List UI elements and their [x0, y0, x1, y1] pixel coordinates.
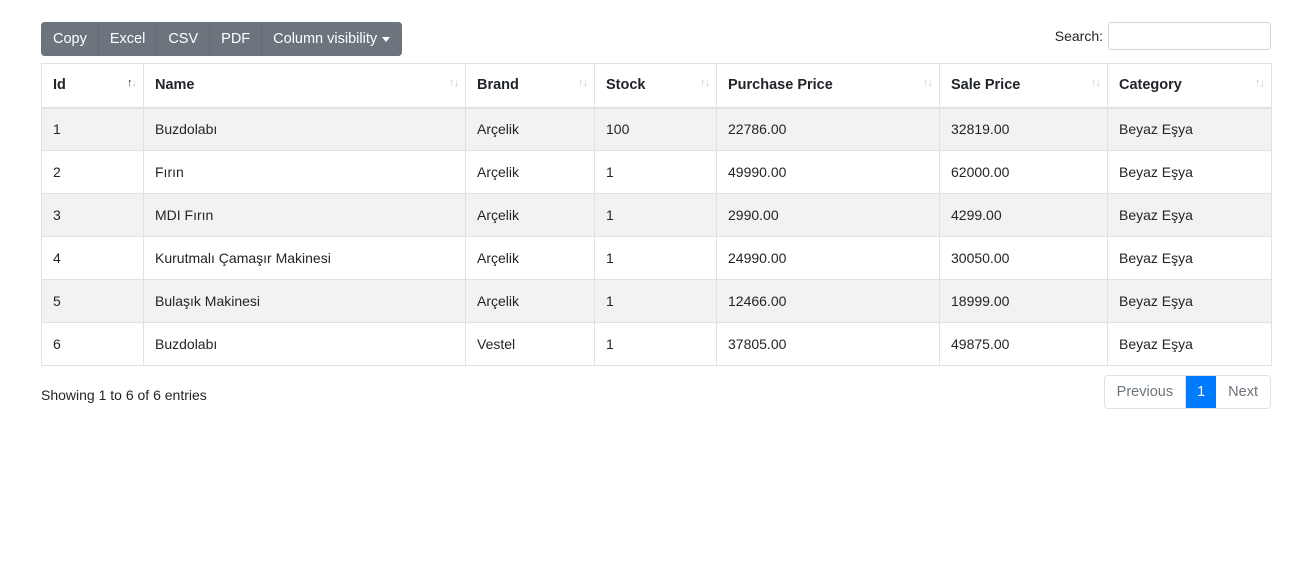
sort-arrows-icon: ↑↓: [1091, 77, 1101, 89]
pagination: Previous 1 Next: [1103, 375, 1271, 409]
column-header-sale-price[interactable]: Sale Price ↑↓: [939, 63, 1108, 109]
table-cell: 49990.00: [716, 150, 940, 194]
page-1-button[interactable]: 1: [1186, 376, 1217, 408]
table-cell: 2: [41, 150, 144, 194]
column-header-brand[interactable]: Brand ↑↓: [465, 63, 595, 109]
table-cell: 49875.00: [939, 322, 1108, 366]
pdf-button[interactable]: PDF: [210, 22, 263, 56]
copy-button[interactable]: Copy: [41, 22, 99, 56]
sort-arrows-icon: ↑↓: [1255, 77, 1265, 89]
column-header-name[interactable]: Name ↑↓: [143, 63, 466, 109]
table-cell: 4: [41, 236, 144, 280]
column-header-stock[interactable]: Stock ↑↓: [594, 63, 717, 109]
table-row: 3 MDI Fırın Arçelik 1 2990.00 4299.00 Beyaz Eş…: [41, 193, 1272, 237]
table-cell: 32819.00: [939, 107, 1108, 151]
table-cell: Beyaz Eşya: [1107, 279, 1272, 323]
table-row: 6 Buzdolabı Vestel 1 37805.00 49875.00 Beyaz E…: [41, 322, 1272, 366]
header-row: Id ↑↓ Name ↑↓ Brand ↑↓ Stock ↑↓ Purchase Price ↑↓…: [41, 63, 1272, 109]
table-cell: Buzdolabı: [143, 107, 466, 151]
table-cell: 1: [594, 150, 717, 194]
csv-button-label: CSV: [168, 31, 199, 47]
caret-down-icon: [382, 37, 391, 42]
sort-arrows-icon: ↑↓: [923, 77, 933, 89]
search-input[interactable]: [1108, 22, 1271, 50]
csv-button[interactable]: CSV: [157, 22, 211, 56]
table-cell: Arçelik: [465, 150, 595, 194]
table-cell: Arçelik: [465, 279, 595, 323]
table-cell: Beyaz Eşya: [1107, 236, 1272, 280]
column-visibility-button[interactable]: Column visibility: [262, 22, 403, 56]
table-row: 5 Bulaşık Makinesi Arçelik 1 12466.00 18999.0…: [41, 279, 1272, 323]
column-header-label: Category: [1119, 77, 1182, 94]
datatable-wrapper: Copy Excel CSV PDF Column visibility Sea…: [41, 22, 1272, 409]
column-header-label: Id: [53, 77, 66, 94]
previous-page-button[interactable]: Previous: [1105, 376, 1187, 408]
copy-button-label: Copy: [53, 31, 87, 47]
table-cell: 3: [41, 193, 144, 237]
search-label: Search:: [1054, 28, 1103, 44]
sort-arrows-icon: ↑↓: [578, 77, 588, 89]
table-cell: Beyaz Eşya: [1107, 107, 1272, 151]
table-cell: 1: [41, 107, 144, 151]
data-table: Id ↑↓ Name ↑↓ Brand ↑↓ Stock ↑↓ Purchase Price ↑↓…: [41, 63, 1272, 366]
table-cell: Beyaz Eşya: [1107, 150, 1272, 194]
table-cell: Vestel: [465, 322, 595, 366]
column-header-id[interactable]: Id ↑↓: [41, 63, 144, 109]
column-header-label: Sale Price: [951, 77, 1021, 94]
table-row: 1 Buzdolabı Arçelik 100 22786.00 32819.00 Beya…: [41, 107, 1272, 151]
table-cell: Beyaz Eşya: [1107, 193, 1272, 237]
sort-arrows-icon: ↑↓: [449, 77, 459, 89]
sort-arrows-icon: ↑↓: [700, 77, 710, 89]
excel-button[interactable]: Excel: [98, 22, 158, 56]
table-cell: 62000.00: [939, 150, 1108, 194]
table-cell: Fırın: [143, 150, 466, 194]
table-body: 1 Buzdolabı Arçelik 100 22786.00 32819.00 Beya…: [41, 107, 1272, 366]
table-cell: 22786.00: [716, 107, 940, 151]
table-toolbar: Copy Excel CSV PDF Column visibility Sea…: [41, 22, 1271, 56]
table-cell: Bulaşık Makinesi: [143, 279, 466, 323]
column-header-purchase-price[interactable]: Purchase Price ↑↓: [716, 63, 940, 109]
column-visibility-label: Column visibility: [273, 31, 378, 47]
excel-button-label: Excel: [109, 31, 146, 47]
table-cell: 24990.00: [716, 236, 940, 280]
sort-arrows-icon: ↑↓: [127, 77, 137, 89]
table-cell: Kurutmalı Çamaşır Makinesi: [143, 236, 466, 280]
table-cell: 37805.00: [716, 322, 940, 366]
table-cell: 1: [594, 279, 717, 323]
table-cell: 2990.00: [716, 193, 940, 237]
table-cell: 6: [41, 322, 144, 366]
table-row: 4 Kurutmalı Çamaşır Makinesi Arçelik 1 24990…: [41, 236, 1272, 280]
table-cell: 1: [594, 322, 717, 366]
table-cell: Buzdolabı: [143, 322, 466, 366]
table-cell: 12466.00: [716, 279, 940, 323]
column-header-label: Stock: [606, 77, 646, 94]
table-footer: Showing 1 to 6 of 6 entries Previous 1 N…: [41, 375, 1271, 409]
column-header-label: Brand: [477, 77, 519, 94]
column-header-label: Name: [155, 77, 195, 94]
column-header-category[interactable]: Category ↑↓: [1107, 63, 1272, 109]
column-header-label: Purchase Price: [728, 77, 833, 94]
table-cell: 4299.00: [939, 193, 1108, 237]
table-cell: 1: [594, 236, 717, 280]
table-cell: Arçelik: [465, 107, 595, 151]
entries-info: Showing 1 to 6 of 6 entries: [41, 387, 207, 403]
table-cell: Arçelik: [465, 236, 595, 280]
table-cell: 30050.00: [939, 236, 1108, 280]
export-button-group: Copy Excel CSV PDF Column visibility: [41, 22, 403, 56]
table-cell: 5: [41, 279, 144, 323]
table-cell: 100: [594, 107, 717, 151]
table-cell: 1: [594, 193, 717, 237]
table-cell: MDI Fırın: [143, 193, 466, 237]
pdf-button-label: PDF: [221, 31, 251, 47]
next-page-button[interactable]: Next: [1216, 376, 1270, 408]
table-cell: 18999.00: [939, 279, 1108, 323]
search-area: Search:: [1055, 19, 1271, 53]
table-cell: Beyaz Eşya: [1107, 322, 1272, 366]
table-cell: Arçelik: [465, 193, 595, 237]
table-row: 2 Fırın Arçelik 1 49990.00 62000.00 Beyaz Eşya: [41, 150, 1272, 194]
